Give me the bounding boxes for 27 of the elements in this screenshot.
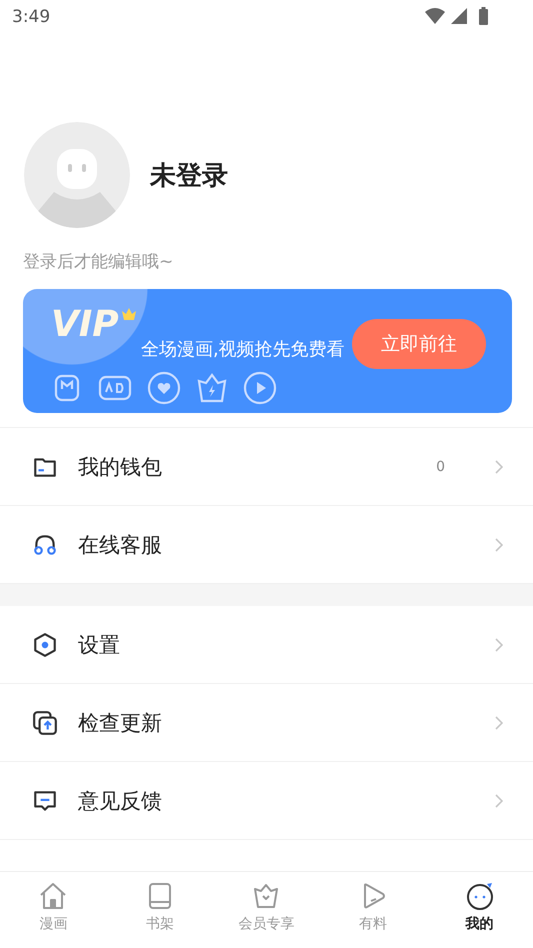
settings-icon: [32, 632, 58, 658]
chevron-icon: [495, 638, 503, 652]
face-icon: [464, 881, 495, 911]
vip-slogan: 全场漫画,视频抢先免费看: [141, 338, 345, 361]
menu-item[interactable]: 在线客服: [0, 506, 533, 584]
username[interactable]: 未登录: [150, 158, 228, 192]
tab-item[interactable]: 我的: [430, 872, 530, 948]
signal-icon: [451, 8, 467, 24]
crown-icon: [120, 307, 137, 321]
chevron-icon: [495, 538, 503, 552]
bolt-icon: [195, 371, 229, 405]
chevron-icon: [495, 716, 503, 730]
play-icon: [243, 371, 277, 405]
status-time: 3:49: [12, 7, 50, 27]
chevron-icon: [495, 794, 503, 808]
menu-item[interactable]: 设置: [0, 606, 533, 684]
wifi-icon: [425, 8, 445, 24]
profile-hint: 登录后才能编辑哦~: [22, 251, 174, 273]
chevron-icon: [495, 460, 503, 474]
menu-item[interactable]: 我的钱包 0: [0, 428, 533, 506]
update-icon: [32, 710, 58, 736]
home-icon: [38, 881, 68, 911]
menu-item[interactable]: 意见反馈: [0, 762, 533, 840]
vip-label: VIP: [51, 307, 119, 343]
menu-item[interactable]: 检查更新: [0, 684, 533, 762]
battery-icon: [479, 7, 488, 25]
wallet-balance: 0: [436, 458, 445, 474]
